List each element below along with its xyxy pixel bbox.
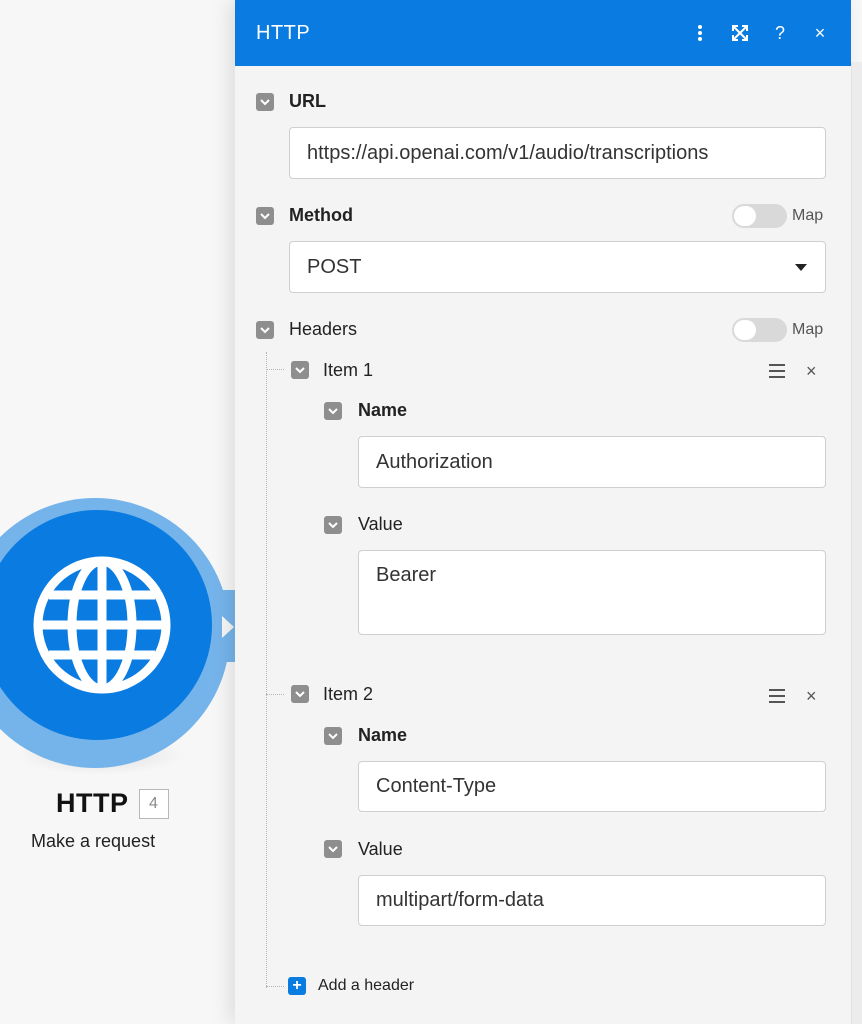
value-collapse-checkbox[interactable] (324, 840, 342, 858)
tree-branch (266, 694, 284, 695)
add-icon[interactable]: + (288, 977, 306, 995)
header-name-label: Name (358, 725, 408, 745)
method-map-toggle[interactable] (732, 204, 787, 228)
headers-label: Headers (289, 319, 358, 339)
node-name: HTTP (56, 788, 129, 818)
help-icon[interactable]: ? (771, 23, 789, 43)
name-collapse-checkbox[interactable] (324, 402, 342, 420)
name-collapse-checkbox[interactable] (324, 727, 342, 745)
header-actions: ? × (691, 0, 829, 66)
panel-scrollbar[interactable] (851, 62, 862, 1024)
chevron-down-icon (295, 690, 305, 697)
globe-icon (33, 556, 171, 694)
node-connector-notch (222, 616, 234, 638)
panel-header: HTTP ? × (235, 0, 851, 66)
item-title: Item 1 (323, 360, 374, 380)
header-name-input[interactable]: Content-Type (358, 761, 826, 812)
headers-map-toggle[interactable] (732, 318, 787, 342)
header-name-label: Name (358, 400, 408, 420)
header-value-label: Value (358, 514, 403, 534)
drag-handle-icon[interactable] (769, 689, 785, 707)
chevron-down-icon (260, 326, 270, 333)
expand-icon[interactable] (731, 23, 749, 43)
chevron-down-icon (328, 845, 338, 852)
tree-branch (266, 986, 284, 987)
chevron-down-icon (295, 366, 305, 373)
headers-tree-line (266, 352, 267, 988)
url-label: URL (289, 91, 326, 111)
headers-map-label: Map (792, 321, 824, 338)
item-collapse-checkbox[interactable] (291, 685, 309, 703)
method-select[interactable]: POST (289, 241, 826, 293)
remove-item-icon[interactable]: × (806, 687, 817, 705)
tree-branch (266, 369, 284, 370)
method-map-label: Map (792, 207, 824, 224)
header-value-label: Value (358, 839, 403, 859)
node-title: HTTP 4 (56, 788, 169, 819)
item-title: Item 2 (323, 684, 374, 704)
drag-handle-icon[interactable] (769, 364, 785, 382)
header-name-input[interactable]: Authorization (358, 436, 826, 488)
node-subtitle: Make a request (31, 831, 156, 851)
header-value-textarea[interactable]: Bearer (358, 550, 826, 635)
url-collapse-checkbox[interactable] (256, 93, 274, 111)
close-icon[interactable]: × (811, 23, 829, 43)
remove-item-icon[interactable]: × (806, 362, 817, 380)
caret-down-icon (795, 264, 807, 271)
headers-collapse-checkbox[interactable] (256, 321, 274, 339)
method-collapse-checkbox[interactable] (256, 207, 274, 225)
panel-title: HTTP (256, 21, 311, 44)
method-label: Method (289, 205, 353, 225)
chevron-down-icon (328, 407, 338, 414)
method-select-value: POST (307, 255, 362, 278)
chevron-down-icon (328, 521, 338, 528)
http-module-node[interactable]: HTTP 4 Make a request (0, 0, 252, 1024)
header-value-input[interactable]: multipart/form-data (358, 875, 826, 926)
url-input[interactable]: https://api.openai.com/v1/audio/transcri… (289, 127, 826, 179)
more-vertical-icon[interactable] (691, 23, 709, 43)
chevron-down-icon (328, 732, 338, 739)
item-collapse-checkbox[interactable] (291, 361, 309, 379)
node-id-badge: 4 (138, 788, 169, 819)
value-collapse-checkbox[interactable] (324, 516, 342, 534)
chevron-down-icon (260, 98, 270, 105)
add-header-link[interactable]: Add a header (318, 977, 414, 995)
chevron-down-icon (260, 212, 270, 219)
